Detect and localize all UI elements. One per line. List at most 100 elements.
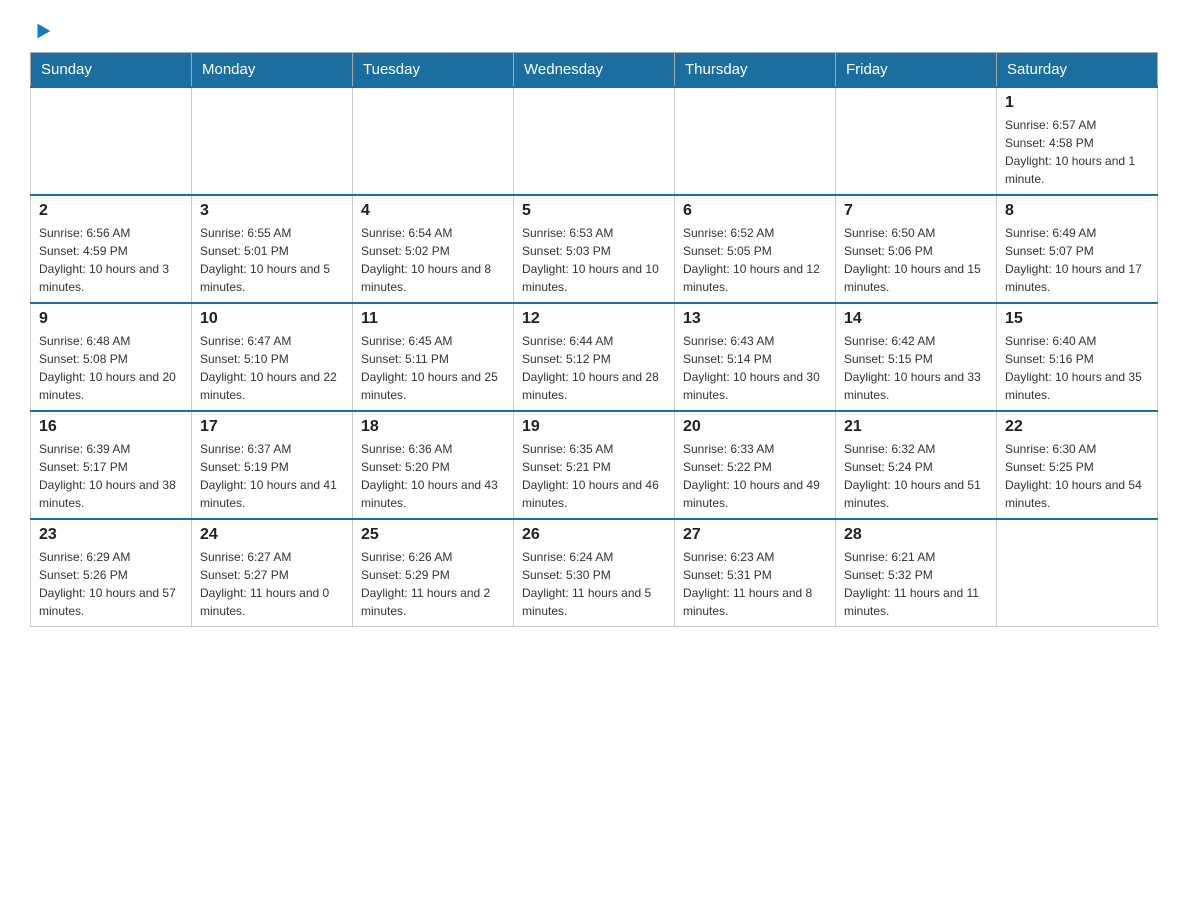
day-info: Sunrise: 6:23 AMSunset: 5:31 PMDaylight:… (683, 548, 827, 620)
calendar-cell: 19Sunrise: 6:35 AMSunset: 5:21 PMDayligh… (514, 411, 675, 519)
day-number: 25 (361, 526, 505, 544)
calendar-cell: 3 Sunrise: 6:55 AMSunset: 5:01 PMDaylight… (192, 195, 353, 303)
calendar-week-row: 9 Sunrise: 6:48 AMSunset: 5:08 PMDaylight… (31, 303, 1158, 411)
day-number: 27 (683, 526, 827, 544)
day-number: 10 (200, 310, 344, 328)
day-number: 11 (361, 310, 505, 328)
day-of-week-header: Saturday (997, 53, 1158, 88)
day-info: Sunrise: 6:24 AMSunset: 5:30 PMDaylight:… (522, 548, 666, 620)
day-number: 23 (39, 526, 183, 544)
day-info: Sunrise: 6:33 AMSunset: 5:22 PMDaylight:… (683, 440, 827, 512)
logo-triangle-icon (32, 20, 54, 42)
page-header (30, 20, 1158, 42)
day-number: 14 (844, 310, 988, 328)
day-of-week-header: Thursday (675, 53, 836, 88)
day-number: 18 (361, 418, 505, 436)
day-number: 24 (200, 526, 344, 544)
day-info: Sunrise: 6:56 AMSunset: 4:59 PMDaylight:… (39, 224, 183, 296)
day-info: Sunrise: 6:43 AMSunset: 5:14 PMDaylight:… (683, 332, 827, 404)
calendar-cell: 28 Sunrise: 6:21 AMSunset: 5:32 PMDayligh… (836, 519, 997, 627)
calendar-cell: 8 Sunrise: 6:49 AMSunset: 5:07 PMDaylight… (997, 195, 1158, 303)
day-info: Sunrise: 6:39 AMSunset: 5:17 PMDaylight:… (39, 440, 183, 512)
calendar-cell: 16Sunrise: 6:39 AMSunset: 5:17 PMDayligh… (31, 411, 192, 519)
day-info: Sunrise: 6:21 AMSunset: 5:32 PMDaylight:… (844, 548, 988, 620)
day-number: 15 (1005, 310, 1149, 328)
day-number: 20 (683, 418, 827, 436)
day-info: Sunrise: 6:53 AMSunset: 5:03 PMDaylight:… (522, 224, 666, 296)
day-number: 2 (39, 202, 183, 220)
calendar-cell (353, 87, 514, 195)
calendar-table: SundayMondayTuesdayWednesdayThursdayFrid… (30, 52, 1158, 627)
day-info: Sunrise: 6:40 AMSunset: 5:16 PMDaylight:… (1005, 332, 1149, 404)
calendar-cell: 23 Sunrise: 6:29 AMSunset: 5:26 PMDayligh… (31, 519, 192, 627)
calendar-cell: 7 Sunrise: 6:50 AMSunset: 5:06 PMDaylight… (836, 195, 997, 303)
calendar-cell: 2 Sunrise: 6:56 AMSunset: 4:59 PMDaylight… (31, 195, 192, 303)
day-number: 19 (522, 418, 666, 436)
day-of-week-header: Wednesday (514, 53, 675, 88)
calendar-cell: 17 Sunrise: 6:37 AMSunset: 5:19 PMDayligh… (192, 411, 353, 519)
day-number: 17 (200, 418, 344, 436)
day-number: 8 (1005, 202, 1149, 220)
day-of-week-header: Friday (836, 53, 997, 88)
day-number: 13 (683, 310, 827, 328)
day-number: 1 (1005, 94, 1149, 112)
day-info: Sunrise: 6:55 AMSunset: 5:01 PMDaylight:… (200, 224, 344, 296)
calendar-cell: 4 Sunrise: 6:54 AMSunset: 5:02 PMDaylight… (353, 195, 514, 303)
day-number: 5 (522, 202, 666, 220)
calendar-cell (514, 87, 675, 195)
calendar-cell: 6 Sunrise: 6:52 AMSunset: 5:05 PMDaylight… (675, 195, 836, 303)
calendar-cell: 12 Sunrise: 6:44 AMSunset: 5:12 PMDayligh… (514, 303, 675, 411)
calendar-cell: 22 Sunrise: 6:30 AMSunset: 5:25 PMDayligh… (997, 411, 1158, 519)
calendar-cell: 27 Sunrise: 6:23 AMSunset: 5:31 PMDayligh… (675, 519, 836, 627)
day-of-week-header: Sunday (31, 53, 192, 88)
day-number: 12 (522, 310, 666, 328)
calendar-cell (192, 87, 353, 195)
day-info: Sunrise: 6:42 AMSunset: 5:15 PMDaylight:… (844, 332, 988, 404)
day-info: Sunrise: 6:57 AMSunset: 4:58 PMDaylight:… (1005, 116, 1149, 188)
day-number: 4 (361, 202, 505, 220)
calendar-cell: 26 Sunrise: 6:24 AMSunset: 5:30 PMDayligh… (514, 519, 675, 627)
day-info: Sunrise: 6:52 AMSunset: 5:05 PMDaylight:… (683, 224, 827, 296)
calendar-week-row: 16Sunrise: 6:39 AMSunset: 5:17 PMDayligh… (31, 411, 1158, 519)
calendar-cell: 1 Sunrise: 6:57 AMSunset: 4:58 PMDaylight… (997, 87, 1158, 195)
day-info: Sunrise: 6:27 AMSunset: 5:27 PMDaylight:… (200, 548, 344, 620)
calendar-cell: 10Sunrise: 6:47 AMSunset: 5:10 PMDayligh… (192, 303, 353, 411)
calendar-cell: 24 Sunrise: 6:27 AMSunset: 5:27 PMDayligh… (192, 519, 353, 627)
calendar-cell (31, 87, 192, 195)
calendar-week-row: 1 Sunrise: 6:57 AMSunset: 4:58 PMDaylight… (31, 87, 1158, 195)
day-info: Sunrise: 6:32 AMSunset: 5:24 PMDaylight:… (844, 440, 988, 512)
logo (30, 20, 54, 42)
calendar-cell (675, 87, 836, 195)
day-info: Sunrise: 6:30 AMSunset: 5:25 PMDaylight:… (1005, 440, 1149, 512)
calendar-cell (836, 87, 997, 195)
day-info: Sunrise: 6:45 AMSunset: 5:11 PMDaylight:… (361, 332, 505, 404)
day-number: 3 (200, 202, 344, 220)
calendar-cell: 21 Sunrise: 6:32 AMSunset: 5:24 PMDayligh… (836, 411, 997, 519)
calendar-cell: 18 Sunrise: 6:36 AMSunset: 5:20 PMDayligh… (353, 411, 514, 519)
day-number: 6 (683, 202, 827, 220)
day-of-week-header: Monday (192, 53, 353, 88)
day-info: Sunrise: 6:37 AMSunset: 5:19 PMDaylight:… (200, 440, 344, 512)
calendar-cell: 9 Sunrise: 6:48 AMSunset: 5:08 PMDaylight… (31, 303, 192, 411)
day-number: 9 (39, 310, 183, 328)
calendar-cell: 15 Sunrise: 6:40 AMSunset: 5:16 PMDayligh… (997, 303, 1158, 411)
day-info: Sunrise: 6:50 AMSunset: 5:06 PMDaylight:… (844, 224, 988, 296)
calendar-header-row: SundayMondayTuesdayWednesdayThursdayFrid… (31, 53, 1158, 88)
day-number: 26 (522, 526, 666, 544)
calendar-cell: 5 Sunrise: 6:53 AMSunset: 5:03 PMDaylight… (514, 195, 675, 303)
calendar-cell: 14 Sunrise: 6:42 AMSunset: 5:15 PMDayligh… (836, 303, 997, 411)
day-of-week-header: Tuesday (353, 53, 514, 88)
day-info: Sunrise: 6:54 AMSunset: 5:02 PMDaylight:… (361, 224, 505, 296)
day-number: 22 (1005, 418, 1149, 436)
day-info: Sunrise: 6:26 AMSunset: 5:29 PMDaylight:… (361, 548, 505, 620)
calendar-cell: 13 Sunrise: 6:43 AMSunset: 5:14 PMDayligh… (675, 303, 836, 411)
day-number: 21 (844, 418, 988, 436)
day-info: Sunrise: 6:36 AMSunset: 5:20 PMDaylight:… (361, 440, 505, 512)
day-number: 7 (844, 202, 988, 220)
day-info: Sunrise: 6:48 AMSunset: 5:08 PMDaylight:… (39, 332, 183, 404)
day-number: 28 (844, 526, 988, 544)
day-info: Sunrise: 6:44 AMSunset: 5:12 PMDaylight:… (522, 332, 666, 404)
day-info: Sunrise: 6:29 AMSunset: 5:26 PMDaylight:… (39, 548, 183, 620)
calendar-week-row: 23 Sunrise: 6:29 AMSunset: 5:26 PMDayligh… (31, 519, 1158, 627)
day-info: Sunrise: 6:49 AMSunset: 5:07 PMDaylight:… (1005, 224, 1149, 296)
